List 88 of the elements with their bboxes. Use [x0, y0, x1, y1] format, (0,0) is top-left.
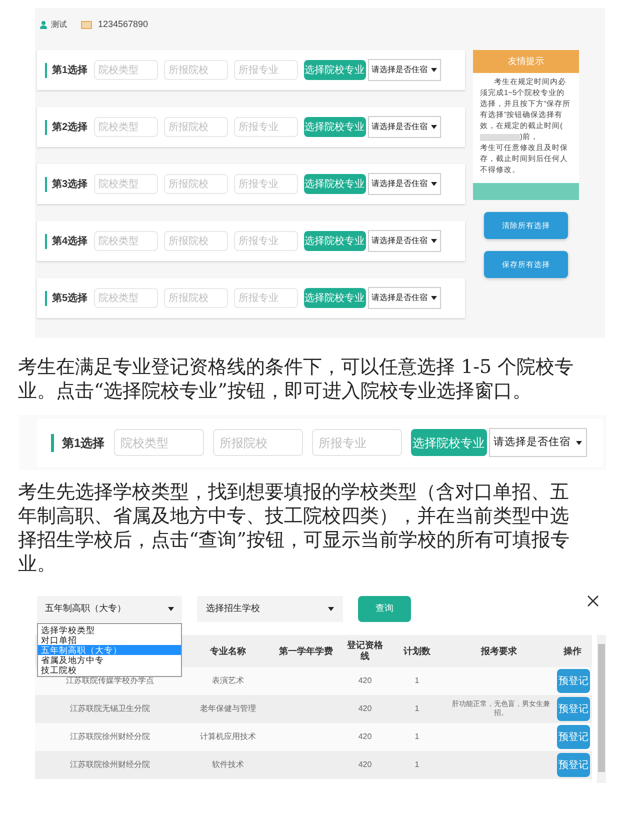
column-header: 报考要求 — [480, 646, 518, 656]
pre-register-button[interactable]: 预登记 — [557, 669, 590, 693]
table-cell-text: 老年保健与管理 — [199, 703, 257, 715]
body-paragraph: 考生先选择学校类型，找到想要填报的学校类型（含对口单招、五年制高职、省属及地方中专、技工院校四类），并在当前类型中选择招生学校后，点击“查询”按钮，可显示当前学校的所有可填报专业。 — [18, 480, 570, 576]
column-header: 专业名称 — [209, 646, 247, 656]
redacted-block — [480, 134, 520, 141]
caret-icon — [430, 239, 437, 243]
select-major-button[interactable]: 选择院校专业 — [304, 288, 366, 308]
input-field[interactable]: 院校类型 — [94, 288, 158, 308]
column-header: 第一学年学费 — [278, 646, 334, 656]
table-cell-text: 1 — [414, 675, 420, 687]
boarding-select[interactable]: 请选择是否住宿 — [488, 428, 587, 457]
pre-register-button[interactable]: 预登记 — [557, 697, 590, 721]
table-cell-text: 1 — [414, 703, 420, 715]
input-field[interactable]: 院校类型 — [94, 117, 158, 137]
choice-label: 第4选择 — [45, 234, 88, 248]
input-field[interactable]: 所报院校 — [164, 288, 228, 308]
choice-label: 第2选择 — [45, 120, 88, 134]
table-cell-text: 江苏联院无锡卫生分院 — [69, 703, 151, 715]
boarding-select[interactable]: 请选择是否住宿 — [368, 59, 441, 81]
input-field[interactable]: 所报专业 — [234, 288, 298, 308]
input-field[interactable]: 所报专业 — [234, 231, 298, 251]
id-number: 1234567890 — [98, 18, 148, 32]
user-name: 测试 — [51, 19, 67, 31]
input-field[interactable]: 所报院校 — [212, 429, 303, 456]
body-paragraph: 考生在满足专业登记资格线的条件下，可以任意选择 1-5 个院校专业。点击“选择院校专业”按钮，即可进入院校专业选择窗口。 — [18, 355, 575, 403]
caret-icon — [430, 296, 437, 300]
scrollbar[interactable] — [597, 635, 606, 783]
table-cell-text: 420 — [357, 675, 373, 687]
dropdown-option[interactable]: 对口单招 — [38, 635, 181, 645]
pre-register-button[interactable]: 预登记 — [557, 725, 590, 749]
input-field[interactable]: 院校类型 — [94, 231, 158, 251]
input-field[interactable]: 所报院校 — [164, 117, 228, 137]
choice-label: 第1选择 — [51, 434, 105, 452]
caret-icon — [328, 607, 334, 611]
input-field[interactable]: 所报院校 — [164, 60, 228, 80]
table-cell-text: 江苏联院传媒学校办学点 — [65, 675, 155, 687]
dropdown-option[interactable]: 五年制高职（大专） — [38, 645, 181, 655]
input-field[interactable]: 所报专业 — [234, 174, 298, 194]
input-field[interactable]: 所报专业 — [234, 60, 298, 80]
user-icon — [40, 21, 47, 29]
pre-register-button[interactable]: 预登记 — [557, 753, 590, 777]
caret-icon — [430, 68, 437, 72]
boarding-select[interactable]: 请选择是否住宿 — [368, 230, 441, 252]
select-major-button[interactable]: 选择院校专业 — [304, 60, 366, 80]
select-major-button[interactable]: 选择院校专业 — [304, 231, 366, 251]
query-button[interactable]: 查询 — [358, 596, 411, 622]
table-cell-text: 江苏联院徐州财经分院 — [69, 731, 151, 743]
table-cell-text: 420 — [357, 759, 373, 771]
close-icon[interactable] — [587, 595, 599, 607]
table-cell-text: 420 — [357, 731, 373, 743]
input-field[interactable]: 院校类型 — [94, 174, 158, 194]
caret-icon — [168, 607, 174, 611]
select-major-button[interactable]: 选择院校专业 — [304, 117, 366, 137]
caret-icon — [576, 440, 582, 444]
caret-icon — [430, 182, 437, 186]
dropdown-option[interactable]: 省属及地方中专 — [38, 655, 181, 665]
dropdown-option[interactable]: 选择学校类型 — [38, 625, 181, 635]
caret-icon — [430, 125, 437, 129]
column-header: 操作 — [562, 646, 582, 656]
input-field[interactable]: 所报专业 — [312, 429, 402, 456]
table-cell-text: 江苏联院徐州财经分院 — [69, 759, 151, 771]
column-header: 登记资格线 — [346, 640, 384, 662]
table-cell-text: 软件技术 — [211, 759, 245, 771]
boarding-select[interactable]: 请选择是否住宿 — [368, 173, 441, 195]
tip-title: 友情提示 — [473, 50, 579, 73]
choice-label: 第1选择 — [45, 62, 88, 78]
table-cell-text: 420 — [357, 703, 373, 715]
boarding-select[interactable]: 请选择是否住宿 — [368, 287, 441, 309]
input-field[interactable]: 所报专业 — [234, 117, 298, 137]
dropdown-option[interactable]: 技工院校 — [38, 665, 181, 675]
boarding-select[interactable]: 请选择是否住宿 — [368, 116, 441, 138]
table-cell-text: 1 — [414, 731, 420, 743]
table-cell-text: 表演艺术 — [211, 675, 245, 687]
school-select[interactable]: 选择招生学校 — [197, 596, 343, 622]
column-header: 计划数 — [402, 646, 432, 656]
input-field[interactable]: 院校类型 — [94, 60, 158, 80]
input-field[interactable]: 院校类型 — [114, 429, 204, 456]
select-major-button[interactable]: 选择院校专业 — [410, 429, 487, 456]
table-cell-text: 计算机应用技术 — [199, 731, 257, 743]
school-type-select[interactable]: 五年制高职（大专） — [37, 596, 182, 622]
id-card-icon — [81, 21, 92, 29]
choice-label: 第5选择 — [45, 290, 88, 306]
input-field[interactable]: 所报院校 — [164, 231, 228, 251]
select-major-button[interactable]: 选择院校专业 — [304, 174, 366, 194]
table-cell-text: 1 — [414, 759, 420, 771]
input-field[interactable]: 所报院校 — [164, 174, 228, 194]
choice-label: 第3选择 — [45, 176, 88, 192]
